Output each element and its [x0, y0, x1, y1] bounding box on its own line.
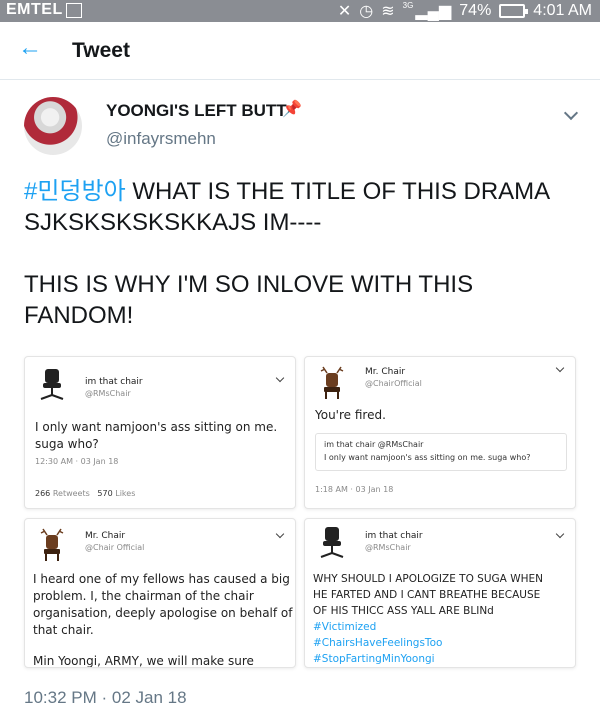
signal-icon: ▂▄▆: [415, 3, 452, 20]
retweet-count: 266: [35, 489, 51, 498]
chevron-down-icon: [555, 529, 565, 539]
card-author-name: im that chair: [365, 531, 423, 541]
like-count: 570: [97, 489, 113, 498]
card-body-line: that chair.: [33, 623, 94, 637]
battery-percent: 74%: [459, 2, 492, 19]
pushpin-icon: 📌: [282, 101, 302, 118]
chevron-down-icon: [275, 373, 285, 383]
hashtag-link[interactable]: #Victimized: [313, 619, 573, 635]
page-title: Tweet: [72, 39, 130, 62]
card-author-handle: @RMsChair: [85, 389, 131, 398]
chevron-down-icon: [555, 363, 565, 373]
embedded-tweet-card[interactable]: im that chair @RMsChair I only want namj…: [24, 356, 296, 509]
office-chair-icon: [320, 527, 344, 558]
back-arrow-icon[interactable]: ←: [18, 34, 42, 62]
status-bar: EMTEL ✕ ◷ ≋ 3G ▂▄▆ 74% 4:01 AM: [0, 0, 600, 22]
quoted-author: im that chair @RMsChair: [324, 440, 424, 449]
tweet-line-1: WHAT IS THE TITLE OF THIS DRAMA: [125, 178, 551, 205]
antlered-chair-icon: [40, 528, 64, 561]
card-timestamp: 12:30 AM · 03 Jan 18: [35, 457, 119, 466]
battery-icon: [499, 4, 529, 18]
card-body: You're fired.: [315, 408, 386, 422]
card-body-line: I heard one of my fellows has caused a b…: [33, 572, 290, 586]
wifi-icon: ≋: [381, 3, 395, 20]
tweet-text: #민덩방아 WHAT IS THE TITLE OF THIS DRAMA SJ…: [24, 176, 594, 331]
sim-icon: [66, 3, 82, 18]
card-body-line: suga who?: [35, 437, 99, 451]
card-author-handle: @RMsChair: [365, 543, 411, 552]
hashtag-link[interactable]: #ChairsHaveFeelingsToo: [313, 635, 573, 651]
avatar[interactable]: [24, 97, 82, 155]
office-chair-icon: [40, 369, 64, 400]
chevron-down-icon[interactable]: [563, 105, 579, 121]
author-name[interactable]: YOONGI'S LEFT BUTT: [106, 101, 287, 121]
embedded-tweet-card[interactable]: Mr. Chair @ChairOfficial You're fired. i…: [304, 356, 576, 509]
card-author-name: im that chair: [85, 377, 143, 387]
tweet-line-3: THIS IS WHY I'M SO INLOVE WITH THIS: [24, 271, 474, 298]
card-body-line: WHY SHOULD I APOLOGIZE TO SUGA WHEN: [313, 573, 543, 585]
embedded-tweet-card[interactable]: Mr. Chair @Chair Official I heard one of…: [24, 518, 296, 668]
alarm-icon: ◷: [359, 3, 374, 20]
chevron-down-icon: [275, 529, 285, 539]
quoted-tweet[interactable]: im that chair @RMsChair I only want namj…: [315, 433, 567, 471]
top-bar: ← Tweet: [0, 22, 600, 80]
card-body-line: Min Yoongi, ARMY, we will make sure ther…: [33, 654, 254, 668]
hashtag-link[interactable]: #StopFartingMinYoongi: [313, 651, 573, 667]
card-body-line: organisation, deeply apologise on behalf…: [33, 606, 293, 620]
hashtag-link[interactable]: #민덩방아: [24, 178, 126, 205]
card-body-line: HE FARTED AND I CANT BREATHE BECAUSE: [313, 589, 541, 601]
carrier-label: EMTEL: [6, 1, 63, 18]
clock: 4:01 AM: [533, 2, 592, 19]
quoted-text: I only want namjoon's ass sitting on me.…: [324, 453, 531, 462]
card-body-line: I only want namjoon's ass sitting on me.: [35, 420, 278, 434]
card-author-handle: @Chair Official: [85, 543, 145, 552]
card-author-handle: @ChairOfficial: [365, 379, 422, 388]
tweet-line-2: SJKSKSKSKSKKAJS IM----: [24, 209, 322, 236]
card-body-line: problem. I, the chairman of the chair: [33, 589, 254, 603]
card-author-name: Mr. Chair: [85, 531, 126, 541]
network-type-label: 3G: [402, 0, 414, 10]
antlered-chair-icon: [320, 366, 344, 399]
tweet-timestamp: 10:32 PM · 02 Jan 18: [24, 688, 187, 707]
status-icons: ✕ ◷ ≋ 3G ▂▄▆ 74% 4:01 AM: [338, 1, 592, 21]
like-label: Likes: [115, 489, 136, 498]
embedded-tweet-card[interactable]: im that chair @RMsChair WHY SHOULD I APO…: [304, 518, 576, 668]
retweet-label: Retweets: [52, 489, 90, 498]
card-body-line: OF HIS THICC ASS YALL ARE BLINd: [313, 605, 494, 617]
card-stats: 266 Retweets 570 Likes: [35, 489, 135, 498]
mute-icon: ✕: [337, 3, 352, 20]
card-timestamp: 1:18 AM · 03 Jan 18: [315, 485, 394, 494]
card-author-name: Mr. Chair: [365, 367, 406, 377]
author-handle[interactable]: @infayrsmehn: [106, 129, 216, 149]
tweet-line-4: FANDOM!: [24, 302, 134, 329]
